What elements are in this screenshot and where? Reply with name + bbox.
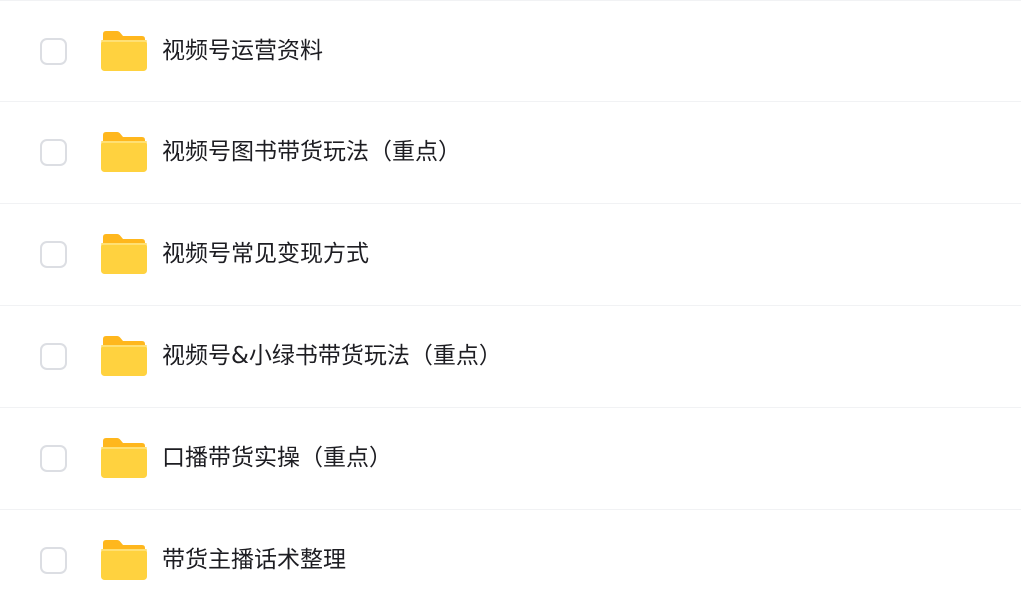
file-name[interactable]: 带货主播话术整理 [162, 545, 346, 575]
row-checkbox[interactable] [40, 38, 67, 65]
row-checkbox[interactable] [40, 241, 67, 268]
file-row[interactable]: 视频号图书带货玩法（重点） [0, 101, 1021, 202]
file-name[interactable]: 视频号图书带货玩法（重点） [162, 137, 461, 167]
folder-icon [100, 131, 148, 173]
file-row[interactable]: 视频号常见变现方式 [0, 203, 1021, 304]
folder-icon [100, 335, 148, 377]
row-checkbox[interactable] [40, 445, 67, 472]
file-name[interactable]: 口播带货实操（重点） [162, 443, 392, 473]
folder-icon [100, 30, 148, 72]
row-checkbox[interactable] [40, 343, 67, 370]
file-name[interactable]: 视频号运营资料 [162, 36, 323, 66]
file-name[interactable]: 视频号&小绿书带货玩法（重点） [162, 341, 502, 371]
file-list: 视频号运营资料 视频号图书带货玩法（重点） 视频号常见变现方式 视频号&小绿书带… [0, 0, 1021, 603]
file-row[interactable]: 视频号&小绿书带货玩法（重点） [0, 305, 1021, 406]
file-row[interactable]: 视频号运营资料 [0, 0, 1021, 101]
file-row[interactable]: 带货主播话术整理 [0, 509, 1021, 603]
file-name[interactable]: 视频号常见变现方式 [162, 239, 369, 269]
folder-icon [100, 539, 148, 581]
folder-icon [100, 437, 148, 479]
row-checkbox[interactable] [40, 139, 67, 166]
folder-icon [100, 233, 148, 275]
row-checkbox[interactable] [40, 547, 67, 574]
file-row[interactable]: 口播带货实操（重点） [0, 407, 1021, 508]
